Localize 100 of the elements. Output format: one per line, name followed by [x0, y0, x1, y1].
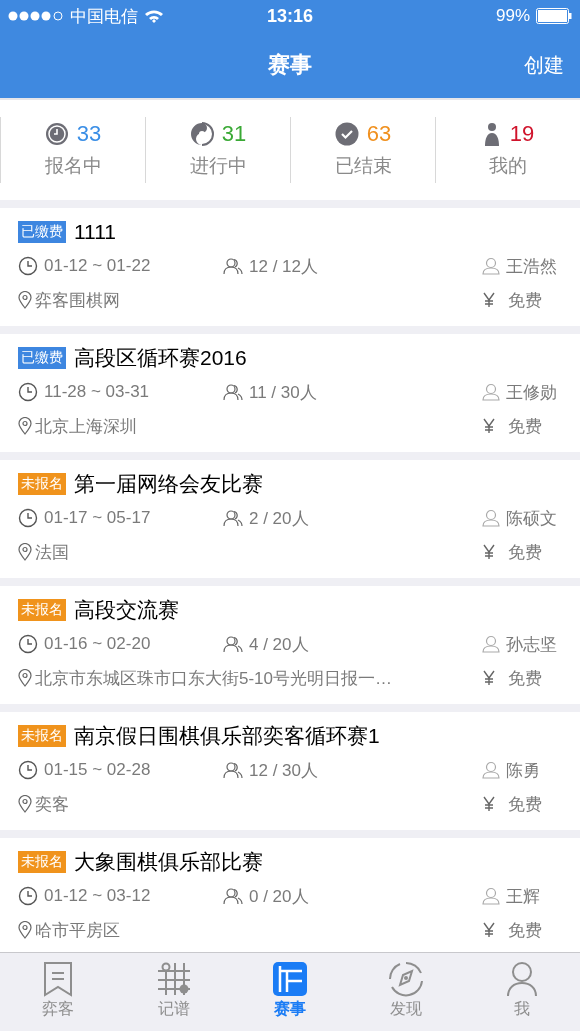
- event-fee: 免费: [508, 667, 542, 690]
- people-icon: [223, 761, 243, 779]
- grid-icon: [156, 961, 192, 997]
- event-fee: 免费: [508, 919, 542, 942]
- board-icon: [272, 961, 308, 997]
- screen-title: 赛事: [268, 51, 312, 79]
- yen-icon: [482, 418, 496, 434]
- swirl-icon: [189, 122, 214, 146]
- event-location: 法国: [35, 541, 69, 564]
- location-pin-icon: [18, 795, 32, 813]
- event-fee: 免费: [508, 289, 542, 312]
- stat-count: 63: [366, 121, 392, 147]
- battery-icon: [536, 8, 572, 24]
- tab-item[interactable]: 记谱: [116, 953, 232, 1031]
- event-location: 北京市东城区珠市口东大街5-10号光明日报一…: [35, 667, 393, 690]
- clock-time: 13:16: [267, 5, 314, 27]
- stat-tab[interactable]: 进行中: [189, 153, 247, 179]
- check-circle-icon: [334, 122, 359, 146]
- participant-count: 12 / 30人: [249, 759, 318, 782]
- organizer-name: 王辉: [506, 885, 540, 908]
- people-icon: [223, 257, 243, 275]
- location-pin-icon: [18, 417, 32, 435]
- participant-count: 0 / 20人: [249, 885, 309, 908]
- event-fee: 免费: [508, 415, 542, 438]
- person-icon: [482, 509, 500, 527]
- clock-icon: [18, 760, 38, 780]
- battery-percent: 99%: [496, 6, 530, 26]
- person-icon: [482, 635, 500, 653]
- participant-count: 2 / 20人: [249, 507, 309, 530]
- organizer-name: 王浩然: [506, 255, 557, 278]
- tab-item[interactable]: 赛事: [232, 953, 348, 1031]
- carrier-name: 中国电信: [70, 5, 138, 28]
- yen-icon: [482, 922, 496, 938]
- yen-icon: [482, 544, 496, 560]
- status-badge: 未报名: [18, 851, 66, 873]
- event-dates: 01-16 ~ 02-20: [44, 634, 151, 654]
- people-icon: [223, 887, 243, 905]
- organizer-name: 陈硕文: [506, 507, 557, 530]
- event-title: 高段区循环赛2016: [74, 345, 247, 371]
- status-badge: 已缴费: [18, 221, 66, 243]
- organizer-name: 孙志坚: [506, 633, 557, 656]
- bookmark-icon: [43, 961, 73, 997]
- people-icon: [223, 635, 243, 653]
- person-icon: [482, 887, 500, 905]
- organizer-name: 陈勇: [506, 759, 540, 782]
- event-fee: 免费: [508, 541, 542, 564]
- stat-tab[interactable]: 已结束: [334, 153, 392, 179]
- yen-icon: [482, 670, 496, 686]
- tab-item[interactable]: 我: [464, 953, 580, 1031]
- event-location: 奕客: [35, 793, 69, 816]
- event-title: 大象围棋俱乐部比赛: [74, 849, 263, 875]
- status-badge: 未报名: [18, 599, 66, 621]
- user-icon: [506, 961, 538, 997]
- participant-count: 11 / 30人: [249, 381, 317, 404]
- stat-count: 31: [221, 121, 247, 147]
- event-location: 弈客围棋网: [35, 289, 120, 312]
- tab-item[interactable]: 弈客: [0, 953, 116, 1031]
- stat-tab[interactable]: 报名中: [44, 153, 102, 179]
- status-badge: 未报名: [18, 473, 66, 495]
- compass-icon: [388, 961, 424, 997]
- event-title: 南京假日围棋俱乐部奕客循环赛1: [74, 723, 380, 749]
- location-pin-icon: [18, 543, 32, 561]
- clock-icon: [18, 256, 38, 276]
- participant-count: 12 / 12人: [249, 255, 318, 278]
- event-dates: 11-28 ~ 03-31: [44, 382, 150, 402]
- people-icon: [223, 383, 243, 401]
- event-dates: 01-12 ~ 01-22: [44, 256, 151, 276]
- stat-count: 33: [76, 121, 102, 147]
- event-location: 哈市平房区: [35, 919, 120, 942]
- participant-count: 4 / 20人: [249, 633, 309, 656]
- person-icon: [482, 383, 500, 401]
- stat-count: 19: [509, 121, 535, 147]
- event-dates: 01-17 ~ 05-17: [44, 508, 151, 528]
- event-dates: 01-15 ~ 02-28: [44, 760, 151, 780]
- clock-icon: [18, 886, 38, 906]
- event-location: 北京上海深圳: [35, 415, 137, 438]
- event-title: 1111: [74, 220, 117, 244]
- yen-icon: [482, 796, 496, 812]
- organizer-name: 王修勋: [506, 381, 557, 404]
- clock-icon: [44, 122, 69, 146]
- event-fee: 免费: [508, 793, 542, 816]
- person-icon: [482, 761, 500, 779]
- event-title: 第一届网络会友比赛: [74, 471, 263, 497]
- tab-item[interactable]: 发现: [348, 953, 464, 1031]
- clock-icon: [18, 508, 38, 528]
- person-icon: [482, 257, 500, 275]
- status-badge: 未报名: [18, 725, 66, 747]
- create-button[interactable]: 创建: [520, 47, 568, 83]
- status-badge: 已缴费: [18, 347, 66, 369]
- event-title: 高段交流赛: [74, 597, 179, 623]
- location-pin-icon: [18, 921, 32, 939]
- wifi-icon: [144, 9, 164, 23]
- signal-icon: [8, 11, 64, 21]
- location-pin-icon: [18, 669, 32, 687]
- clock-icon: [18, 382, 38, 402]
- clock-icon: [18, 634, 38, 654]
- people-icon: [223, 509, 243, 527]
- stat-tab[interactable]: 我的: [489, 153, 527, 179]
- event-dates: 01-12 ~ 03-12: [44, 886, 151, 906]
- yen-icon: [482, 292, 496, 308]
